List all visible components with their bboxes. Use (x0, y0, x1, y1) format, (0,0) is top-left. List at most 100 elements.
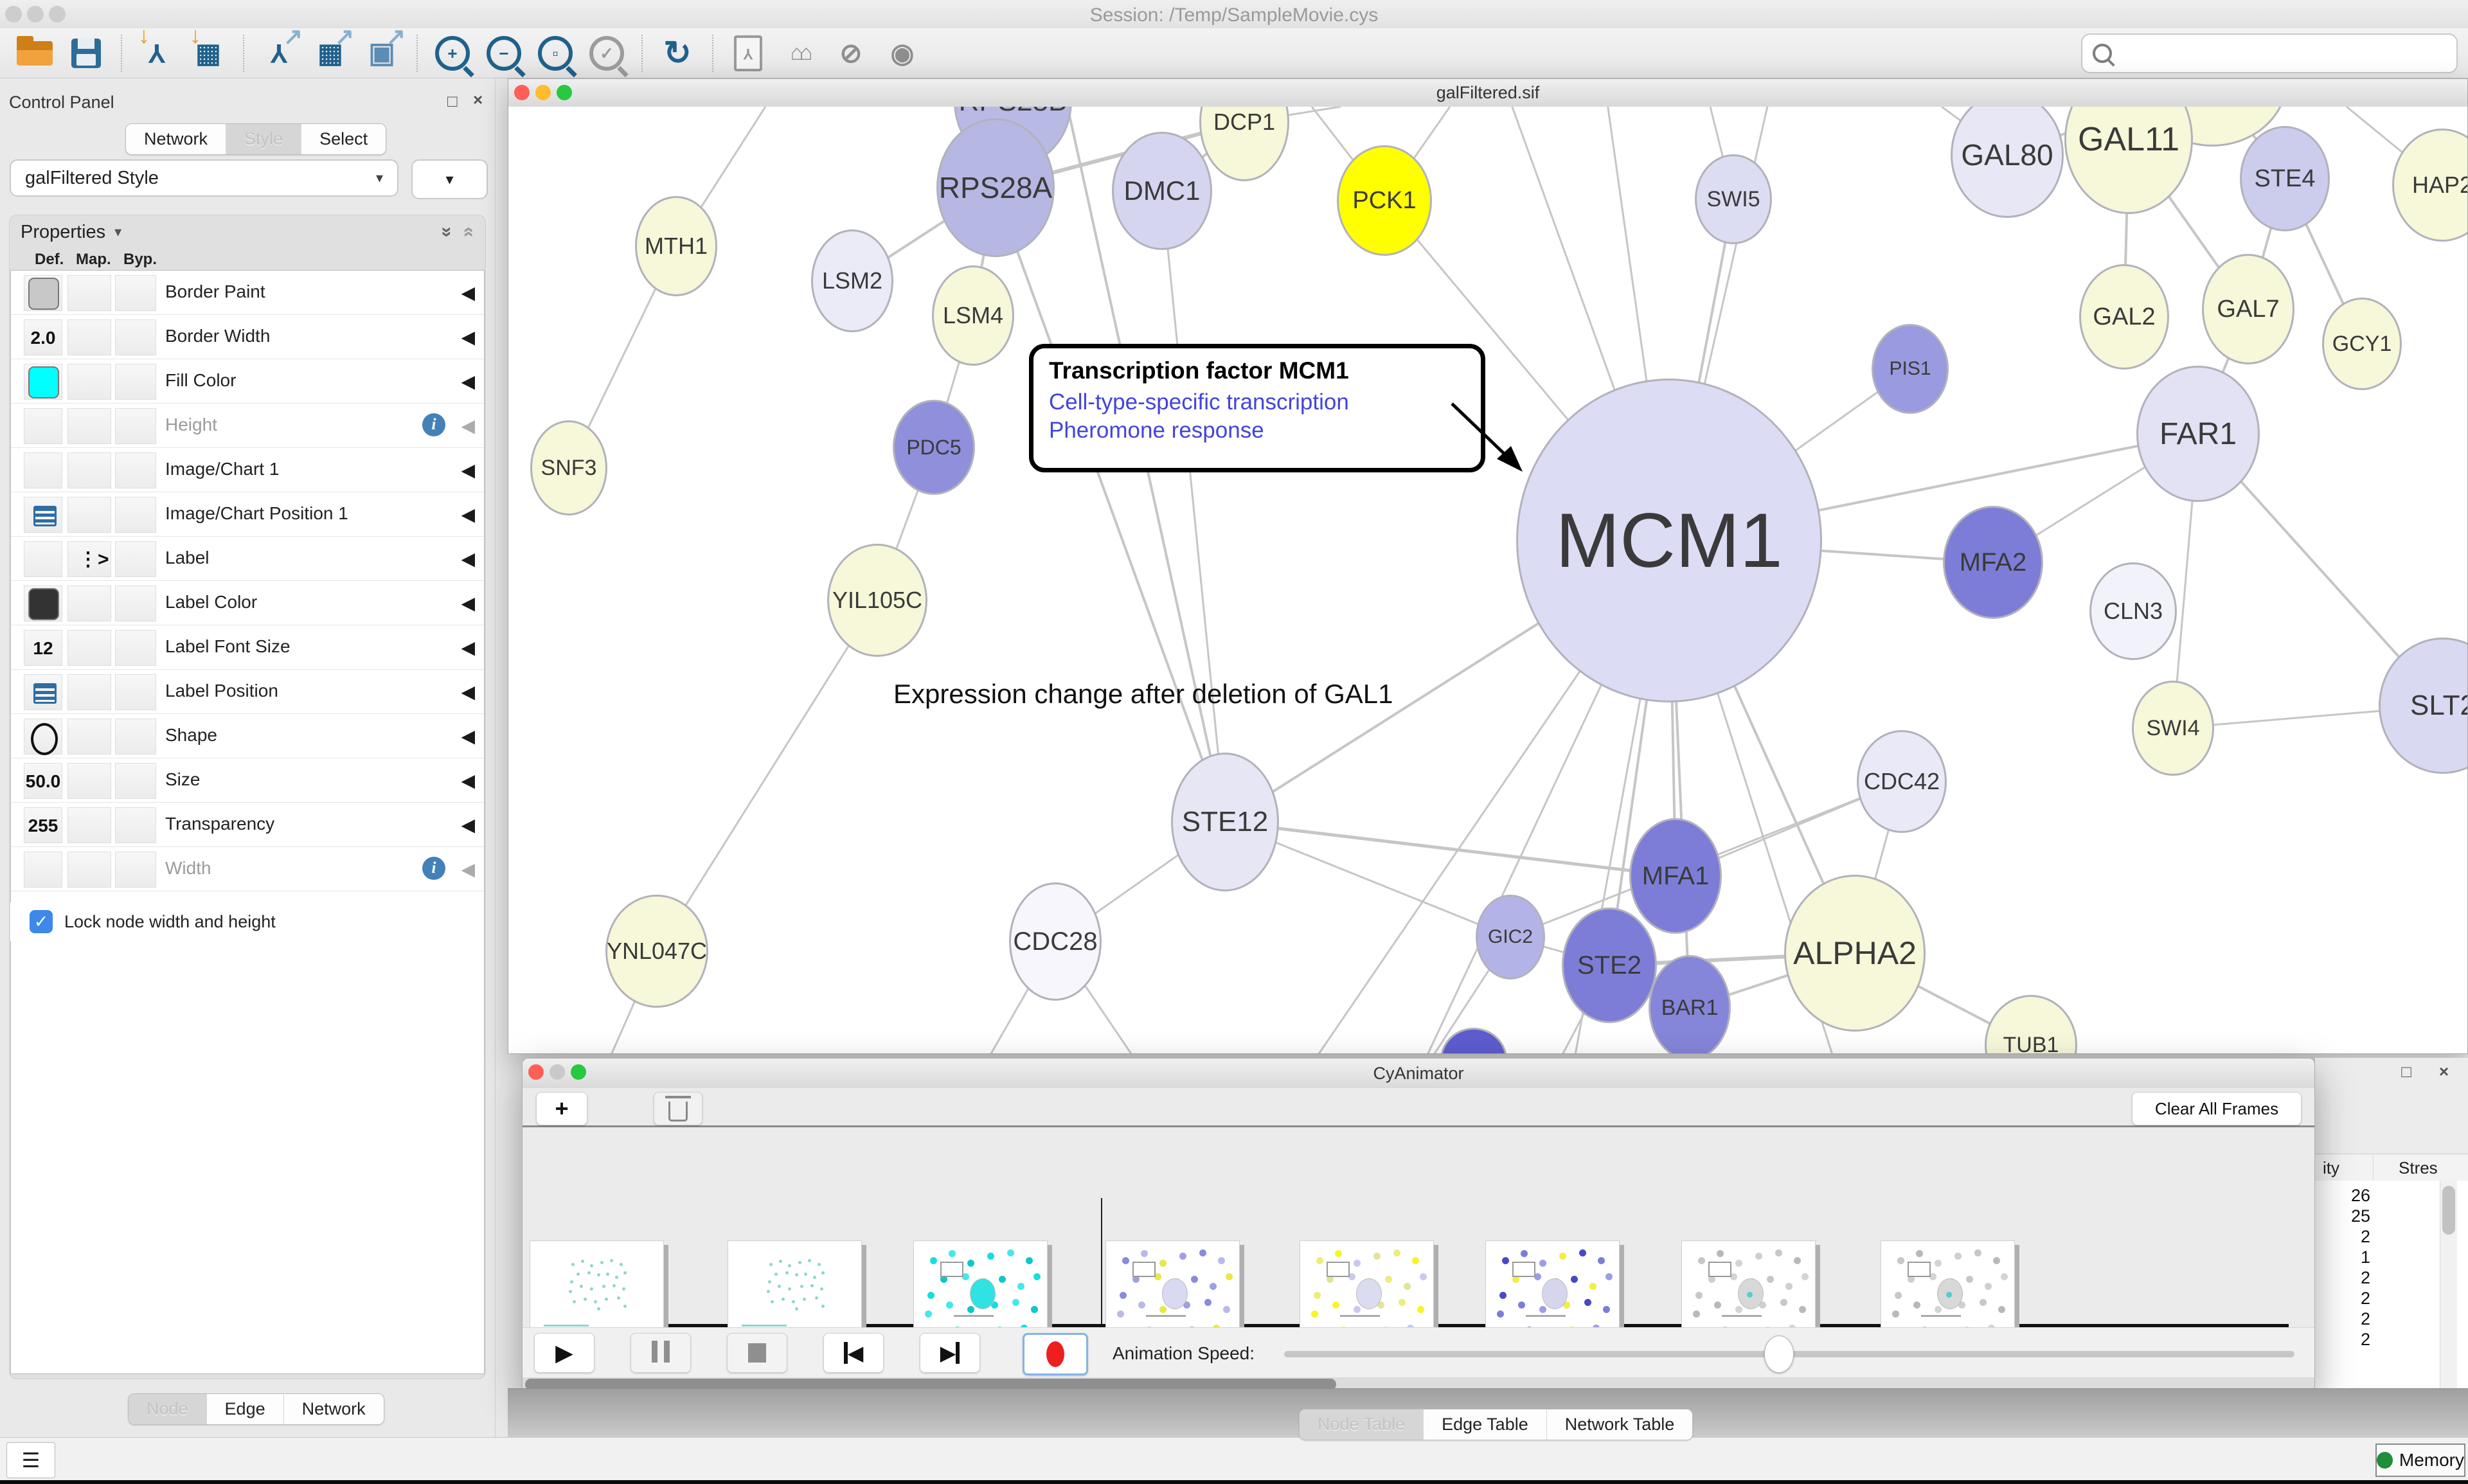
bypass-cell[interactable] (115, 452, 156, 488)
show-all-icon[interactable]: ◉ (882, 32, 922, 75)
control-panel-close-icon[interactable]: × (473, 90, 483, 110)
zoom-fit-icon[interactable]: ▫ (535, 32, 575, 75)
bypass-cell[interactable] (115, 763, 156, 799)
mapping-cell[interactable] (67, 807, 111, 843)
default-value-cell[interactable] (24, 719, 62, 755)
find-icon[interactable]: ⌂⌂ (780, 32, 819, 75)
node-pis1[interactable]: PIS1 (1872, 324, 1949, 414)
bypass-cell[interactable] (115, 674, 156, 710)
node-rps28a[interactable]: RPS28A (936, 118, 1055, 257)
node-swi4[interactable]: SWI4 (2132, 681, 2214, 776)
bypass-cell[interactable] (115, 408, 156, 444)
default-value-cell[interactable]: 255 (24, 807, 62, 843)
mapping-cell[interactable] (67, 586, 111, 621)
expand-arrow-icon[interactable]: ◀ (461, 548, 475, 569)
property-row-label-color[interactable]: Label Color◀ (11, 581, 484, 625)
node-yil105c[interactable]: YIL105C (827, 544, 927, 657)
timeline-playhead[interactable] (1101, 1198, 1102, 1324)
search-input[interactable] (2081, 33, 2458, 73)
export-image-icon[interactable]: ↗▣ (362, 32, 402, 75)
new-network-from-selection-icon[interactable]: Y (728, 32, 768, 75)
expand-all-icon[interactable]: » (436, 227, 458, 238)
bypass-cell[interactable] (115, 630, 156, 666)
node-gal7[interactable]: GAL7 (2202, 254, 2294, 364)
mapping-cell[interactable] (67, 763, 111, 799)
node-cln3[interactable]: CLN3 (2089, 562, 2177, 660)
property-row-label[interactable]: ⋮>Label◀ (11, 537, 484, 581)
tab-style[interactable]: Style (226, 124, 301, 154)
node-snf3[interactable]: SNF3 (530, 420, 607, 515)
skip-to-start-button[interactable]: ◀ (823, 1333, 884, 1373)
lock-size-row[interactable]: ✓ Lock node width and height (10, 902, 483, 941)
default-value-cell[interactable]: 12 (24, 630, 62, 666)
node-gal2[interactable]: GAL2 (2079, 264, 2169, 370)
node-lsm2[interactable]: LSM2 (811, 229, 893, 332)
apply-layout-icon[interactable]: ↻ (657, 32, 697, 75)
node-pdc5[interactable]: PDC5 (893, 400, 975, 495)
property-row-label-font-size[interactable]: 12Label Font Size◀ (11, 625, 484, 670)
delete-frame-button[interactable] (654, 1092, 702, 1125)
memory-button[interactable]: Memory (2375, 1444, 2465, 1477)
node-cdc42[interactable]: CDC42 (1857, 730, 1947, 833)
property-row-image-chart-position-1[interactable]: Image/Chart Position 1◀ (11, 492, 484, 537)
slider-thumb[interactable] (1764, 1336, 1794, 1373)
tab-network[interactable]: Network (126, 124, 226, 154)
node-ste4[interactable]: STE4 (2240, 126, 2330, 231)
node-far1[interactable]: FAR1 (2136, 366, 2260, 502)
mapping-cell[interactable] (67, 497, 111, 533)
default-value-cell[interactable] (24, 852, 62, 888)
scrollbar-thumb[interactable] (2442, 1186, 2455, 1235)
tab-network-table[interactable]: Network Table (1546, 1409, 1693, 1440)
style-select[interactable]: galFiltered Style ▾ (10, 159, 398, 197)
property-row-image-chart-1[interactable]: Image/Chart 1◀ (11, 448, 484, 492)
bypass-cell[interactable] (115, 807, 156, 843)
property-row-size[interactable]: 50.0Size◀ (11, 758, 484, 803)
property-row-height[interactable]: Heighti◀ (11, 404, 484, 448)
bypass-cell[interactable] (115, 497, 156, 533)
expand-arrow-icon[interactable]: ◀ (461, 460, 475, 481)
column-header[interactable]: Stres (2399, 1158, 2438, 1178)
bypass-cell[interactable] (115, 364, 156, 400)
default-value-cell[interactable] (24, 674, 62, 710)
bypass-cell[interactable] (115, 541, 156, 577)
node-cdc28[interactable]: CDC28 (1009, 882, 1102, 1001)
export-network-icon[interactable]: ↗Y (259, 32, 299, 75)
default-value-cell[interactable] (24, 364, 62, 400)
node-mfa1[interactable]: MFA1 (1629, 818, 1722, 934)
collapse-all-icon[interactable]: » (457, 227, 479, 238)
node-ste2[interactable]: STE2 (1562, 907, 1657, 1023)
network-canvas[interactable]: Transcription factor MCM1 Cell-type-spec… (508, 107, 2467, 1053)
results-close-icon[interactable]: × (2439, 1062, 2449, 1082)
expand-arrow-icon[interactable]: ◀ (461, 770, 475, 791)
tab-node[interactable]: Node (129, 1394, 206, 1424)
node-dmc1[interactable]: DMC1 (1112, 132, 1212, 250)
expand-arrow-icon[interactable]: ◀ (461, 681, 475, 702)
expand-arrow-icon[interactable]: ◀ (461, 814, 475, 836)
import-network-icon[interactable]: ↓Y (137, 32, 177, 75)
results-float-icon[interactable]: □ (2401, 1062, 2411, 1082)
node-lsm4[interactable]: LSM4 (932, 265, 1014, 366)
node-gic2[interactable]: GIC2 (1476, 895, 1545, 979)
node-mth1[interactable]: MTH1 (635, 196, 717, 296)
expand-arrow-icon[interactable]: ◀ (461, 726, 475, 747)
zoom-out-icon[interactable]: − (484, 32, 524, 75)
property-row-label-position[interactable]: Label Position◀ (11, 670, 484, 714)
zoom-in-icon[interactable]: + (433, 32, 472, 75)
node-mcm1[interactable]: MCM1 (1516, 379, 1822, 702)
default-value-cell[interactable]: 50.0 (24, 763, 62, 799)
bypass-cell[interactable] (115, 719, 156, 755)
mapping-cell[interactable] (67, 319, 111, 355)
mapping-cell[interactable] (67, 275, 111, 311)
expand-arrow-icon[interactable]: ◀ (461, 415, 475, 436)
node-pck1[interactable]: PCK1 (1337, 145, 1432, 256)
control-panel-float-icon[interactable]: □ (447, 91, 458, 111)
style-options-button[interactable]: ▾ (411, 159, 488, 199)
expand-arrow-icon[interactable]: ◀ (461, 593, 475, 614)
mapping-cell[interactable] (67, 364, 111, 400)
checkbox-checked-icon[interactable]: ✓ (30, 910, 53, 933)
mapping-cell[interactable] (67, 630, 111, 666)
node-mfa2[interactable]: MFA2 (1943, 506, 2043, 619)
default-value-cell[interactable] (24, 452, 62, 488)
info-icon[interactable]: i (422, 857, 445, 880)
mapping-cell[interactable] (67, 452, 111, 488)
